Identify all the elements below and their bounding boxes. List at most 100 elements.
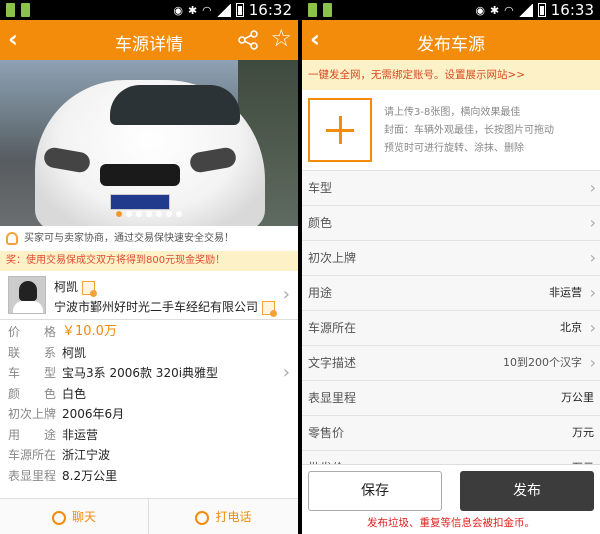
- status-time: 16:33: [550, 1, 594, 19]
- field-label: 用途: [308, 286, 333, 300]
- field-unit: 万元: [572, 426, 594, 439]
- info-label: 联系: [8, 345, 56, 360]
- notification-icons: [6, 3, 30, 17]
- field-value: 北京: [560, 321, 582, 334]
- bluetooth-icon: ✱: [489, 3, 500, 17]
- notification-icon: [6, 3, 15, 17]
- info-value: 非运营: [62, 427, 99, 442]
- pager-dot[interactable]: [176, 211, 182, 217]
- field-first-registration[interactable]: 初次上牌 ›: [302, 240, 600, 275]
- chevron-right-icon: ›: [589, 283, 596, 302]
- publish-form: 车型 › 颜色 › 初次上牌 › 用途 非运营 › 车源所在 北京 › 文字描述…: [302, 170, 600, 485]
- publish-warning: 发布垃圾、重复等信息会被扣金币。: [367, 517, 535, 529]
- info-row-price: 价格 ￥10.0万: [0, 322, 298, 343]
- info-label: 用途: [8, 427, 56, 442]
- notification-icons: [308, 3, 332, 17]
- field-usage[interactable]: 用途 非运营 ›: [302, 275, 600, 310]
- info-row-model[interactable]: 车型 宝马3系 2006款 320i典雅型 ›: [0, 363, 298, 384]
- seller-card[interactable]: 柯凯 宁波市鄞州好时光二手车经纪有限公司 ›: [0, 272, 298, 320]
- chat-button[interactable]: 聊天: [0, 499, 149, 534]
- car-info-list: 价格 ￥10.0万 联系 柯凯 车型 宝马3系 2006款 320i典雅型 › …: [0, 322, 298, 486]
- field-label: 初次上牌: [308, 251, 357, 265]
- chevron-right-icon: ›: [589, 318, 596, 337]
- action-bar: 聊天 打电话: [0, 498, 298, 534]
- info-value: 2006年6月: [62, 407, 125, 421]
- info-row-color: 颜色 白色: [0, 384, 298, 405]
- chevron-right-icon: ›: [589, 248, 596, 267]
- status-bar: ◉ ✱ ◠ 16:32: [0, 0, 298, 20]
- field-label: 零售价: [308, 426, 345, 440]
- field-label: 颜色: [308, 216, 333, 230]
- call-label: 打电话: [215, 510, 252, 524]
- certified-icon: [82, 280, 98, 297]
- notification-icon: [21, 3, 30, 17]
- publish-button[interactable]: 发布: [460, 471, 594, 511]
- add-photo-button[interactable]: [308, 98, 372, 162]
- field-location[interactable]: 车源所在 北京 ›: [302, 310, 600, 345]
- car-grill: [100, 164, 180, 186]
- field-label: 表显里程: [308, 391, 357, 405]
- info-value: 宝马3系 2006款 320i典雅型: [62, 366, 219, 380]
- upload-hint-line: 封面：车辆外观最佳，长按图片可拖动: [384, 125, 554, 136]
- info-label: 车型: [8, 366, 56, 380]
- notification-icon: [323, 3, 332, 17]
- pager-dot[interactable]: [146, 211, 152, 217]
- upload-hint-line: 请上传3-8张图，横向效果最佳: [384, 107, 521, 118]
- chevron-right-icon: ›: [282, 284, 290, 305]
- reward-tip[interactable]: 奖：使用交易保成交双方将得到800元现金奖励！: [0, 251, 298, 271]
- pager-dot[interactable]: [116, 211, 122, 217]
- seller-company: 宁波市鄞州好时光二手车经纪有限公司: [54, 300, 259, 314]
- chevron-right-icon: ›: [589, 213, 596, 232]
- phone-icon: [195, 510, 210, 525]
- seller-company-row: 宁波市鄞州好时光二手车经纪有限公司: [54, 298, 278, 317]
- chevron-right-icon: ›: [282, 362, 290, 383]
- page-title: 发布车源: [417, 35, 485, 55]
- field-label: 车型: [308, 181, 333, 195]
- safe-trade-tip: 买家可与卖家协商，通过交易保快速安全交易！: [0, 228, 298, 250]
- field-color[interactable]: 颜色 ›: [302, 205, 600, 240]
- field-mileage[interactable]: 表显里程 万公里: [302, 380, 600, 415]
- car-detail-screen: ◉ ✱ ◠ 16:32 ‹ 车源详情 ☆ 买家可与卖家协商，通过交易保快速安全交…: [0, 0, 298, 534]
- info-label: 车源所在: [8, 448, 57, 462]
- seller-name-row: 柯凯: [54, 278, 98, 297]
- field-retail-price[interactable]: 零售价 万元: [302, 415, 600, 450]
- wifi-icon: ◠: [504, 3, 514, 17]
- info-label: 表显里程: [8, 468, 57, 483]
- car-photo[interactable]: [0, 60, 298, 226]
- chat-icon: [51, 510, 66, 525]
- photo-upload: 请上传3-8张图，横向效果最佳 封面：车辆外观最佳，长按图片可拖动 预览时可进行…: [302, 90, 600, 170]
- pager-dot[interactable]: [136, 211, 142, 217]
- star-icon[interactable]: ☆: [270, 24, 292, 52]
- info-value: 白色: [62, 386, 87, 401]
- field-label: 车源所在: [308, 321, 357, 335]
- info-value: 8.2万公里: [62, 468, 118, 483]
- save-button[interactable]: 保存: [308, 471, 442, 511]
- upload-hint: 请上传3-8张图，横向效果最佳 封面：车辆外观最佳，长按图片可拖动 预览时可进行…: [384, 104, 596, 158]
- info-row-contact: 联系 柯凯: [0, 343, 298, 364]
- pager-dot[interactable]: [156, 211, 162, 217]
- info-label: 价格: [8, 325, 56, 339]
- call-button[interactable]: 打电话: [149, 499, 298, 534]
- chevron-right-icon: ›: [589, 353, 596, 372]
- upload-hint-line: 预览时可进行旋转、涂抹、删除: [384, 143, 524, 154]
- status-time: 16:32: [248, 1, 292, 19]
- signal-icon: [216, 3, 231, 17]
- pager-dot[interactable]: [126, 211, 132, 217]
- info-row-mileage: 表显里程 8.2万公里: [0, 466, 298, 487]
- publish-car-screen: ◉ ✱ ◠ 16:33 ‹ 发布车源 一键发全网，无需绑定账号。设置展示网站>>…: [302, 0, 600, 534]
- signal-icon: [518, 3, 533, 17]
- field-description[interactable]: 文字描述 10到200个汉字 ›: [302, 345, 600, 380]
- pager-dot[interactable]: [166, 211, 172, 217]
- field-model[interactable]: 车型 ›: [302, 170, 600, 205]
- eye-icon: ◉: [475, 3, 485, 17]
- publish-banner[interactable]: 一键发全网，无需绑定账号。设置展示网站>>: [302, 60, 600, 90]
- share-icon[interactable]: [238, 30, 258, 50]
- seller-name: 柯凯: [54, 280, 79, 294]
- info-value: 浙江宁波: [62, 448, 111, 462]
- certified-icon: [262, 300, 278, 317]
- header: ‹ 车源详情 ☆: [0, 20, 298, 60]
- field-value: 非运营: [549, 286, 582, 299]
- car-windshield: [110, 85, 240, 125]
- safe-trade-text: 买家可与卖家协商，通过交易保快速安全交易！: [24, 233, 234, 244]
- header: ‹ 发布车源: [302, 20, 600, 60]
